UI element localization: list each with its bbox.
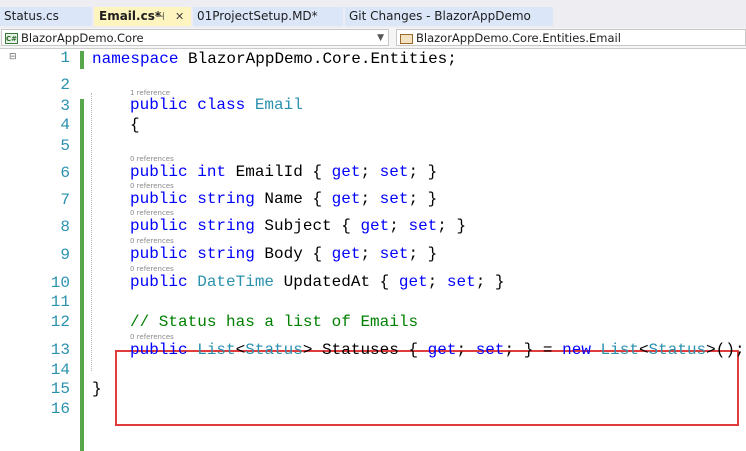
line-number: 9	[60, 246, 70, 264]
keyword: get	[360, 217, 390, 235]
tab-label: 01ProjectSetup.MD*	[197, 9, 318, 23]
change-tracking-bar	[80, 99, 84, 451]
line-number: 13	[50, 341, 70, 359]
tab-label: Status.cs	[4, 9, 59, 23]
member-text: Body {	[254, 245, 332, 263]
member-text: >();	[706, 341, 745, 359]
indent-guide	[91, 93, 92, 371]
line-number: 5	[60, 137, 70, 155]
close-icon[interactable]: ✕	[175, 7, 184, 26]
line-number: 7	[60, 191, 70, 209]
keyword: get	[331, 245, 361, 263]
type-name: List	[197, 341, 236, 359]
navigation-bar: C# BlazorAppDemo.Core ▼ BlazorAppDemo.Cor…	[0, 28, 746, 49]
code-line-3: public class Email	[130, 95, 303, 115]
code-line-12: // Status has a list of Emails	[130, 312, 418, 332]
member-text: > Statuses {	[302, 341, 428, 359]
keyword: get	[427, 341, 457, 359]
line-number: 4	[60, 116, 70, 134]
csharp-project-icon: C#	[5, 33, 18, 44]
line-number: 12	[50, 313, 70, 331]
keyword: public	[130, 273, 188, 291]
code-line-13: public List<Status> Statuses { get; set;…	[130, 341, 745, 359]
namespace-name: BlazorAppDemo.Core.Entities;	[178, 50, 457, 68]
member-text: EmailId {	[226, 163, 332, 181]
keyword: set	[379, 245, 409, 263]
code-editor[interactable]: ⊟ 1 2 3 4 5 6 7 8 9 10 11 12 13 14 15 16…	[0, 49, 746, 451]
type-name: DateTime	[197, 273, 275, 291]
keyword: get	[398, 273, 428, 291]
red-highlight-box	[115, 350, 739, 426]
line-number: 2	[60, 76, 70, 94]
line-number: 14	[50, 361, 70, 379]
project-dropdown[interactable]: C# BlazorAppDemo.Core ▼	[1, 29, 389, 46]
tab-status-cs[interactable]: Status.cs	[0, 7, 92, 26]
line-number: 6	[60, 164, 70, 182]
code-line-6: public int EmailId { get; set; }	[130, 163, 438, 181]
type-name: Email	[254, 96, 303, 114]
change-tracking-bar	[80, 51, 84, 69]
member-text: UpdatedAt {	[274, 273, 399, 291]
type-dropdown[interactable]: BlazorAppDemo.Core.Entities.Email	[396, 29, 746, 46]
comment: // Status has a list of Emails	[130, 313, 419, 331]
keyword: get	[331, 163, 361, 181]
keyword: public	[130, 341, 188, 359]
pin-icon[interactable]: ⊣	[155, 7, 165, 26]
type-name: Status	[648, 341, 707, 359]
tab-project-setup-md[interactable]: 01ProjectSetup.MD*	[193, 7, 343, 26]
keyword: new	[562, 341, 591, 359]
outline-collapse-icon[interactable]: ⊟	[9, 52, 17, 62]
keyword: set	[379, 163, 409, 181]
member-text: Name {	[254, 190, 332, 208]
code-line-8: public string Subject { get; set; }	[130, 217, 467, 235]
keyword: set	[446, 273, 476, 291]
code-line-7: public string Name { get; set; }	[130, 190, 438, 208]
keyword: public string	[130, 190, 255, 208]
keyword: public class	[130, 96, 246, 114]
keyword: set	[475, 341, 505, 359]
member-text: Subject {	[254, 217, 361, 235]
keyword: namespace	[92, 50, 179, 68]
tab-label: Git Changes - BlazorAppDemo	[349, 9, 531, 23]
line-number: 16	[50, 400, 70, 418]
line-number: 1	[60, 49, 70, 67]
line-number: 15	[50, 380, 70, 398]
document-tab-strip: Status.cs Email.cs* ⊣ ✕ 01ProjectSetup.M…	[0, 0, 746, 30]
type-name: List	[600, 341, 639, 359]
type-name: BlazorAppDemo.Core.Entities.Email	[416, 31, 621, 45]
line-number: 11	[50, 293, 70, 311]
tab-email-cs[interactable]: Email.cs* ⊣ ✕	[94, 7, 191, 26]
class-icon	[400, 33, 413, 44]
code-line-4: {	[130, 116, 140, 134]
keyword: public string	[130, 245, 255, 263]
code-line-9: public string Body { get; set; }	[130, 245, 438, 263]
code-line-10: public DateTime UpdatedAt { get; set; }	[130, 273, 505, 291]
line-number: 10	[50, 274, 70, 292]
keyword: public string	[130, 217, 255, 235]
keyword: set	[379, 190, 409, 208]
type-name: Status	[245, 341, 303, 359]
keyword: set	[408, 217, 438, 235]
keyword: get	[331, 190, 361, 208]
project-name: BlazorAppDemo.Core	[21, 31, 144, 45]
chevron-down-icon: ▼	[377, 33, 384, 43]
tab-label: Email.cs*	[99, 9, 162, 23]
line-number: 3	[60, 97, 70, 115]
tab-git-changes[interactable]: Git Changes - BlazorAppDemo	[345, 7, 553, 26]
code-line-15: }	[92, 380, 102, 398]
code-line-1: namespace BlazorAppDemo.Core.Entities;	[92, 49, 457, 69]
line-number: 8	[60, 218, 70, 236]
keyword: public int	[130, 163, 227, 181]
